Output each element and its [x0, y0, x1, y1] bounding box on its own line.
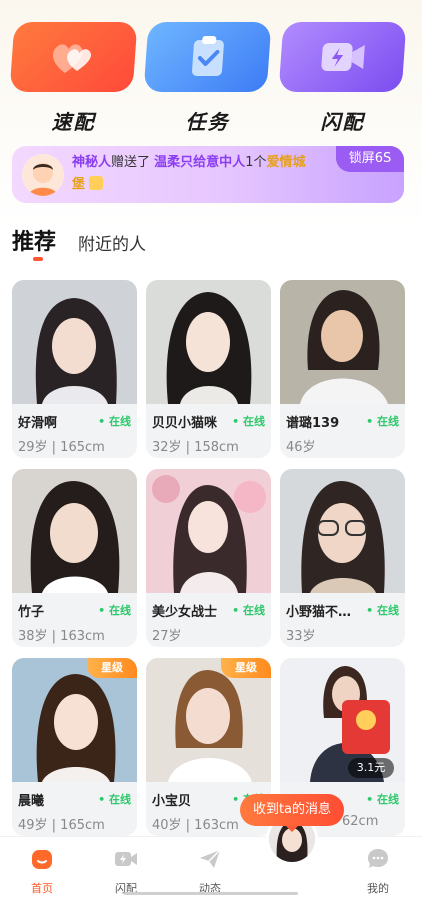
- top-actions: 速配 任务 闪配: [9, 22, 407, 134]
- profile-photo: [280, 469, 405, 593]
- profile-photo: [12, 280, 137, 404]
- star-level-badge: 星级: [87, 658, 137, 678]
- profile-meta: 33岁: [286, 629, 316, 644]
- tab-recommend[interactable]: 推荐: [12, 224, 56, 256]
- gift-icon: [89, 176, 104, 190]
- profile-name: 竹子: [18, 605, 45, 620]
- quick-match-tile[interactable]: [9, 22, 138, 92]
- banner-count: 1个: [245, 155, 267, 170]
- profile-name: 小野猫不…: [286, 605, 352, 620]
- profile-photo: [146, 469, 271, 593]
- profile-card[interactable]: 美少女战士 • 在线 27岁: [146, 469, 271, 647]
- task-label: 任务: [185, 110, 230, 134]
- online-status: • 在线: [98, 415, 131, 428]
- paper-plane-icon: [200, 849, 221, 868]
- chat-bubble-icon: [368, 849, 388, 868]
- profile-meta: 40岁 | 163cm: [152, 818, 239, 833]
- online-status: • 在线: [98, 793, 131, 806]
- banner-recipient: 温柔只给意中人: [154, 155, 246, 170]
- profile-name: 好滑啊: [18, 416, 58, 431]
- online-status: • 在线: [366, 604, 399, 617]
- tab-nearby[interactable]: 附近的人: [78, 230, 146, 255]
- bottom-tab-bar: 首页 闪配 动态 我的: [0, 836, 422, 897]
- flash-match-tile[interactable]: [278, 22, 407, 92]
- banner-text: 神秘人赠送了 温柔只给意中人1个爱情城 堡: [72, 152, 334, 196]
- home-indicator: [124, 892, 298, 895]
- lock-screen-badge[interactable]: 锁屏6S: [336, 146, 404, 172]
- banner-gift: 爱情城: [266, 155, 306, 170]
- profile-photo: [146, 280, 271, 404]
- banner-verb: 赠送了: [111, 155, 151, 170]
- profile-meta: 49岁 | 165cm: [18, 818, 105, 833]
- profile-name: 小宝贝: [152, 794, 192, 809]
- profile-card[interactable]: 星级 晨曦 • 在线 49岁 | 165cm: [12, 658, 137, 836]
- task-tile[interactable]: [143, 22, 272, 92]
- profile-card[interactable]: 小野猫不… • 在线 33岁: [280, 469, 405, 647]
- profile-meta: 32岁 | 158cm: [152, 440, 239, 455]
- tab-home-label: 首页: [31, 882, 53, 895]
- task-button[interactable]: 任务: [143, 22, 272, 134]
- flash-video-icon: [320, 43, 365, 71]
- profile-card[interactable]: 谱璐139 • 在线 46岁: [280, 280, 405, 458]
- tab-moments[interactable]: 动态: [168, 837, 252, 897]
- star-level-badge: 星级: [221, 658, 271, 678]
- flash-match-label: 闪配: [320, 110, 365, 134]
- profile-meta: 27岁: [152, 629, 182, 644]
- tab-flash[interactable]: 闪配: [84, 837, 168, 897]
- profile-meta: 46岁: [286, 440, 316, 455]
- tab-indicator: [33, 257, 43, 261]
- profile-name: 美少女战士: [152, 605, 218, 620]
- online-status: • 在线: [366, 793, 399, 806]
- banner-sender: 神秘人: [72, 155, 112, 170]
- profile-card[interactable]: 好滑啊 • 在线 29岁 | 165cm: [12, 280, 137, 458]
- profile-name: 贝贝小猫咪: [152, 416, 218, 431]
- banner-gift-cont: 堡: [72, 177, 86, 192]
- online-status: • 在线: [366, 415, 399, 428]
- profile-name: 谱璐139: [286, 416, 340, 431]
- profile-meta: 29岁 | 165cm: [18, 440, 105, 455]
- sender-avatar: [22, 154, 64, 196]
- hearts-icon: [52, 44, 91, 73]
- gift-broadcast-banner[interactable]: 神秘人赠送了 温柔只给意中人1个爱情城 堡 锁屏6S: [12, 146, 404, 203]
- profile-photo: [12, 469, 137, 593]
- online-status: • 在线: [232, 415, 265, 428]
- tab-profile-label: 我的: [367, 882, 389, 895]
- message-toast[interactable]: 收到ta的消息: [240, 794, 344, 832]
- online-status: • 在线: [98, 604, 131, 617]
- profile-photo: [280, 280, 405, 404]
- quick-match-label: 速配: [51, 110, 96, 134]
- red-packet-price[interactable]: 3.1元: [348, 758, 394, 778]
- flash-match-button[interactable]: 闪配: [278, 22, 407, 134]
- profile-card[interactable]: 竹子 • 在线 38岁 | 163cm: [12, 469, 137, 647]
- profile-name: 晨曦: [18, 794, 45, 809]
- profile-card[interactable]: 贝贝小猫咪 • 在线 32岁 | 158cm: [146, 280, 271, 458]
- profile-meta: 38岁 | 163cm: [18, 629, 105, 644]
- online-status: • 在线: [232, 604, 265, 617]
- home-icon: [32, 850, 52, 869]
- profile-meta: 62cm: [342, 814, 379, 829]
- tab-profile[interactable]: 我的: [336, 837, 420, 897]
- video-flash-icon: [115, 852, 137, 866]
- clipboard-check-icon: [191, 36, 224, 76]
- tab-home[interactable]: 首页: [0, 837, 84, 897]
- quick-match-button[interactable]: 速配: [9, 22, 138, 134]
